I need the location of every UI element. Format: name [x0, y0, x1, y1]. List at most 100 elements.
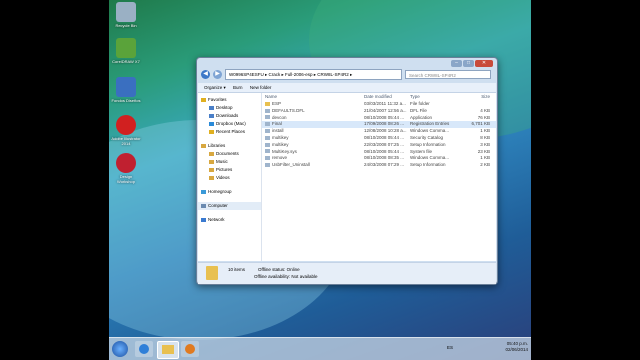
- desktop: Recycle Bin CorelDRAW X7 Fondos Diseños …: [109, 0, 531, 360]
- file-row[interactable]: Final 17/09/2008 08:26 ... Registration En…: [262, 121, 496, 129]
- offline-availability: Offline availability: Not available: [254, 274, 318, 279]
- music-icon: [209, 160, 214, 164]
- right-letterbox: [531, 0, 640, 360]
- column-size[interactable]: Size: [456, 93, 490, 101]
- homegroup-icon: [201, 190, 206, 194]
- file-date: 08/10/2008 05:44 ...: [364, 115, 410, 122]
- back-button[interactable]: ◀: [201, 70, 210, 79]
- file-icon: [265, 162, 270, 167]
- breadcrumb[interactable]: W0996SP4ESFU ▸ Crack ▸ Full-2006-esp ▸ C…: [225, 69, 402, 80]
- folder-icon: [265, 101, 270, 106]
- folder-shortcut-icon: [116, 77, 136, 97]
- desktop-icon-coreldraw[interactable]: CorelDRAW X7: [111, 38, 141, 64]
- organize-button[interactable]: Organize ▾: [204, 85, 226, 90]
- nav-libraries[interactable]: Libraries: [198, 142, 261, 150]
- new-folder-button[interactable]: New folder: [250, 85, 272, 90]
- item-count: 10 items: [228, 267, 246, 272]
- folder-icon: [162, 345, 174, 354]
- desktop-icon-fondos[interactable]: Fondos Diseños: [111, 77, 141, 103]
- file-name: UsbFilter_Uninstall: [262, 162, 364, 169]
- nav-label: Homegroup: [208, 189, 232, 194]
- file-name: Final: [262, 121, 364, 128]
- forward-button[interactable]: ▶: [213, 70, 222, 79]
- file-name: ESP: [262, 101, 364, 108]
- file-name: DEFAULTS.DFL: [262, 108, 364, 115]
- file-icon: [265, 149, 270, 154]
- nav-desktop[interactable]: Desktop: [198, 104, 261, 112]
- file-name-text: devcon: [272, 114, 287, 120]
- file-icon: [265, 108, 270, 113]
- nav-label: Libraries: [208, 143, 226, 148]
- file-row[interactable]: install 12/08/2008 10:28 a... Windows Comm…: [262, 128, 496, 135]
- downloads-icon: [209, 114, 214, 118]
- search-input[interactable]: Search CRW8L-SP4R2: [405, 70, 491, 79]
- file-type: Application: [410, 115, 456, 122]
- nav-documents[interactable]: Documents: [198, 150, 261, 158]
- column-type[interactable]: Type: [410, 93, 456, 101]
- desktop-icon: [209, 106, 214, 110]
- nav-favorites[interactable]: Favorites: [198, 96, 261, 104]
- taskbar-media-player[interactable]: [181, 341, 199, 357]
- file-row[interactable]: UsbFilter_Uninstall 24/03/2008 07:29 ... S…: [262, 162, 496, 169]
- nav-recent-places[interactable]: Recent Places: [198, 128, 261, 136]
- file-name-text: MultiKey.sys: [272, 148, 297, 154]
- file-size-text: 6,701 KB: [471, 121, 490, 127]
- nav-homegroup[interactable]: Homegroup: [198, 188, 261, 196]
- file-type-text: Windows Comma...: [410, 155, 450, 161]
- desktop-icon-label: Recycle Bin: [115, 23, 137, 28]
- nav-computer[interactable]: Computer: [198, 202, 261, 210]
- file-type: Setup Information: [410, 142, 456, 149]
- nav-label: Computer: [208, 203, 228, 208]
- start-button[interactable]: [112, 341, 128, 357]
- column-name[interactable]: Name: [262, 93, 364, 101]
- file-row[interactable]: MultiKey.sys 08/10/2008 05:44 ... System f…: [262, 149, 496, 156]
- folder-icon: [206, 266, 218, 280]
- maximize-button[interactable]: □: [463, 60, 474, 67]
- close-button[interactable]: ✕: [475, 60, 493, 67]
- file-date-text: 08/10/2008 05:44 ...: [364, 114, 405, 120]
- burn-button[interactable]: Burn: [233, 85, 243, 90]
- nav-pictures[interactable]: Pictures: [198, 166, 261, 174]
- desktop-icon-illustrator[interactable]: Adobe Illustrator 2014: [111, 115, 141, 146]
- file-row[interactable]: DEFAULTS.DFL 21/04/2007 12:56 a... DFL Fil…: [262, 108, 496, 115]
- file-date: 08/10/2008 05:44 ...: [364, 149, 410, 156]
- nav-videos[interactable]: Videos: [198, 174, 261, 182]
- nav-downloads[interactable]: Downloads: [198, 112, 261, 120]
- explorer-window: – □ ✕ ◀ ▶ W0996SP4ESFU ▸ Crack ▸ Full-20…: [196, 57, 498, 285]
- desktop-icon-recycle-bin[interactable]: Recycle Bin: [111, 2, 141, 28]
- nav-music[interactable]: Music: [198, 158, 261, 166]
- taskbar: ES 05:40 p.m. 02/06/2014: [109, 337, 531, 360]
- clock[interactable]: 05:40 p.m. 02/06/2014: [505, 341, 528, 353]
- file-row[interactable]: multikey 08/10/2008 05:44 ... Security Cat…: [262, 135, 496, 142]
- file-size-text: 76 KB: [477, 114, 490, 120]
- nav-dropbox[interactable]: Dropbox (Mac): [198, 120, 261, 128]
- network-icon: [201, 218, 206, 222]
- file-size: 1 KB: [456, 128, 490, 135]
- file-date-text: 17/09/2008 08:26 ...: [364, 121, 405, 127]
- taskbar-ie[interactable]: [135, 341, 153, 357]
- file-row[interactable]: ESP 03/03/2011 11:32 a... File folder: [262, 101, 496, 108]
- file-date: 12/08/2008 10:28 a...: [364, 128, 410, 135]
- column-date[interactable]: Date modified: [364, 93, 410, 101]
- file-row[interactable]: multikey 22/03/2008 07:25 ... Setup Inform…: [262, 142, 496, 149]
- nav-label: Music: [216, 159, 228, 164]
- file-size-text: 1 KB: [480, 155, 490, 161]
- address-bar-row: ◀ ▶ W0996SP4ESFU ▸ Crack ▸ Full-2006-esp…: [201, 69, 491, 80]
- file-size-text: 8 KB: [480, 134, 490, 140]
- file-row[interactable]: remove 08/10/2008 08:35 ... Windows Comma.…: [262, 155, 496, 162]
- file-date: 21/04/2007 12:56 a...: [364, 108, 410, 115]
- file-name: devcon: [262, 115, 364, 122]
- file-row[interactable]: devcon 08/10/2008 05:44 ... Application 76 …: [262, 115, 496, 122]
- documents-icon: [209, 152, 214, 156]
- media-player-icon: [185, 344, 195, 354]
- file-size: 4 KB: [456, 108, 490, 115]
- taskbar-explorer[interactable]: [157, 341, 179, 359]
- nav-network[interactable]: Network: [198, 216, 261, 224]
- file-name-text: multikey: [272, 134, 289, 140]
- file-type: System file: [410, 149, 456, 156]
- desktop-icon-design[interactable]: Design Workshop: [111, 153, 141, 184]
- file-date: 08/10/2008 05:44 ...: [364, 135, 410, 142]
- file-date-text: 08/10/2008 05:44 ...: [364, 134, 405, 140]
- language-indicator[interactable]: ES: [447, 345, 453, 350]
- minimize-button[interactable]: –: [451, 60, 462, 67]
